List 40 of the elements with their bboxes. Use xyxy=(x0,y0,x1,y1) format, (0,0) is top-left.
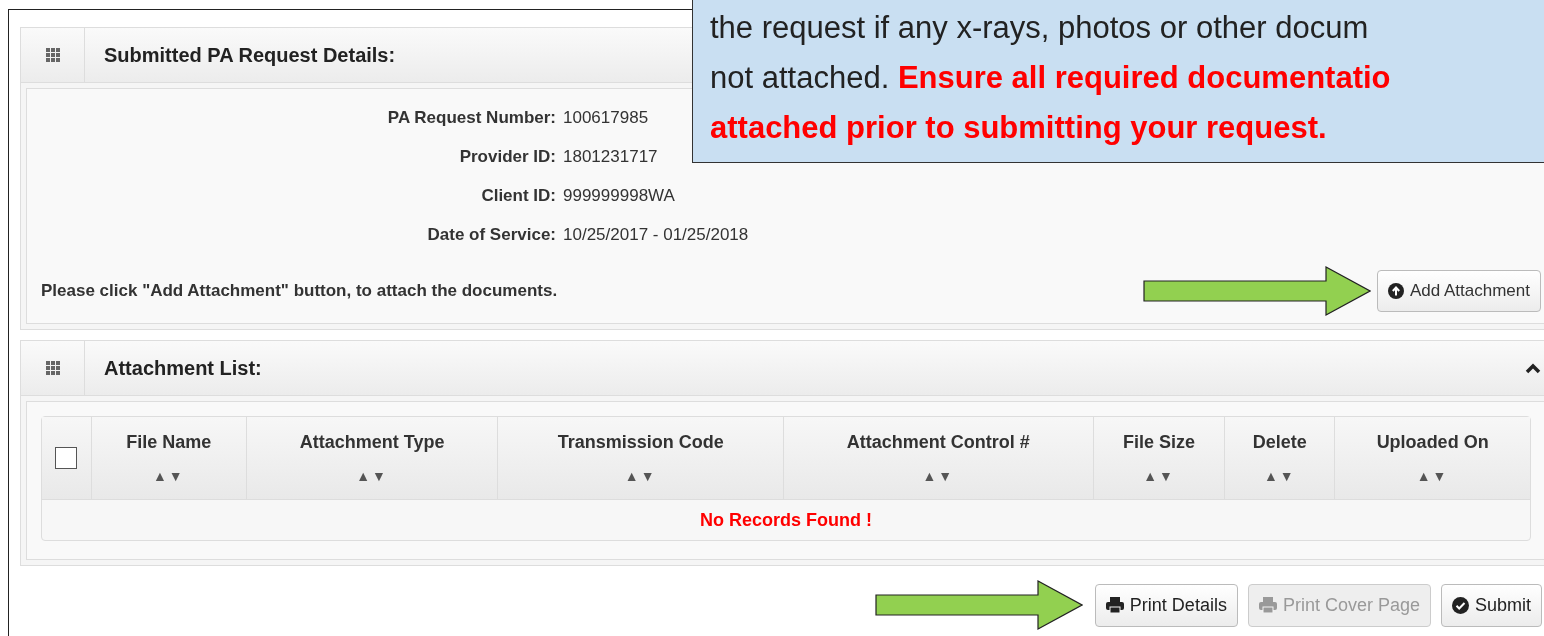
column-header[interactable]: Transmission Code ▲▼ xyxy=(498,417,784,499)
field-value: 999999998WA xyxy=(563,184,675,207)
field-value: 1801231717 xyxy=(563,145,658,168)
field-value: 100617985 xyxy=(563,106,649,129)
callout-text: the request if any x-rays, photos or other docum xyxy=(710,9,1370,47)
column-header[interactable]: Attachment Type ▲▼ xyxy=(246,417,499,499)
panel-title: Submitted PA Request Details: xyxy=(104,43,396,68)
field-label: Date of Service: xyxy=(426,223,556,246)
sort-icon[interactable]: ▲▼ xyxy=(1143,466,1175,487)
action-button[interactable]: Print Details xyxy=(1094,583,1238,627)
add-attachment-button[interactable]: Add Attachment xyxy=(1376,270,1541,312)
field-label: PA Request Number: xyxy=(386,106,556,129)
sort-icon[interactable]: ▲▼ xyxy=(356,466,388,487)
column-header[interactable]: File Size ▲▼ xyxy=(1093,417,1226,499)
instruction-text: Please click "Add Attachment" button, to attach the documents. xyxy=(41,280,558,303)
sort-icon[interactable]: ▲▼ xyxy=(624,466,657,487)
field-label: Provider ID: xyxy=(458,145,556,168)
column-header[interactable]: Delete ▲▼ xyxy=(1225,417,1336,499)
check-circle-icon xyxy=(1451,596,1469,614)
action-button[interactable]: Submit xyxy=(1440,583,1542,627)
sort-icon[interactable]: ▲▼ xyxy=(152,466,185,487)
sort-icon[interactable]: ▲▼ xyxy=(922,466,955,487)
panel-title: Attachment List: xyxy=(104,356,262,381)
column-header[interactable]: Attachment Control # ▲▼ xyxy=(784,417,1094,499)
callout-text: attached prior to submitting your request. xyxy=(710,109,1328,147)
printer-icon xyxy=(1105,597,1124,613)
printer-icon xyxy=(1258,597,1277,613)
sort-icon[interactable]: ▲▼ xyxy=(1263,466,1296,487)
grid-icon xyxy=(45,48,60,62)
field-value: 10/25/2017 - 01/25/2018 xyxy=(563,223,749,246)
column-header[interactable]: Uploaded On ▲▼ xyxy=(1335,417,1530,499)
sort-icon[interactable]: ▲▼ xyxy=(1416,466,1449,487)
upload-icon xyxy=(1387,283,1404,299)
column-header[interactable]: File Name ▲▼ xyxy=(91,417,247,499)
field-label: Client ID: xyxy=(480,184,556,207)
chevron-up-icon[interactable] xyxy=(1525,362,1541,374)
callout-text: not attached. Ensure all required documentatio xyxy=(710,59,1392,97)
select-all-checkbox[interactable] xyxy=(55,447,78,469)
empty-message: No Records Found ! xyxy=(700,508,872,532)
grid-icon xyxy=(45,361,60,375)
